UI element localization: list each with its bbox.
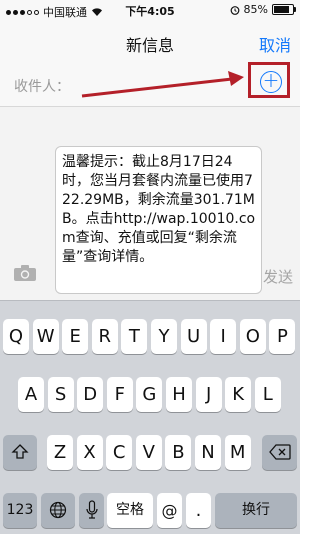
recipients-label: 收件人： <box>14 79 70 95</box>
backspace-key[interactable] <box>262 435 297 470</box>
microphone-icon <box>85 500 98 519</box>
key-a[interactable]: A <box>18 377 44 412</box>
plus-circle-icon[interactable]: + <box>260 70 282 93</box>
key-j[interactable]: J <box>195 377 222 412</box>
navigation-bar: 新信息 取消 <box>0 20 300 65</box>
battery-fill <box>274 6 289 13</box>
key-s[interactable]: S <box>47 377 74 412</box>
annotation-arrow-icon <box>81 71 244 98</box>
alarm-icon <box>230 5 239 15</box>
globe-icon <box>49 501 67 519</box>
key-e[interactable]: E <box>62 319 89 354</box>
key-m[interactable]: M <box>224 435 251 470</box>
status-right: 85% <box>230 3 296 16</box>
key-l[interactable]: L <box>254 377 281 412</box>
key-r[interactable]: R <box>91 319 118 354</box>
message-input[interactable]: 温馨提示：截止8月17日24时，您当月套餐内流量已使用722.29MB，剩余流量… <box>55 146 262 294</box>
status-bar: 中国联通 下午4:05 85% <box>0 0 300 20</box>
key-i[interactable]: I <box>210 319 237 354</box>
key-o[interactable]: O <box>239 319 266 354</box>
at-key[interactable]: @ <box>157 493 182 528</box>
key-c[interactable]: C <box>106 435 133 470</box>
shift-icon <box>11 444 29 459</box>
key-v[interactable]: V <box>135 435 162 470</box>
key-w[interactable]: W <box>32 319 59 354</box>
key-t[interactable]: T <box>121 319 148 354</box>
numbers-key[interactable]: 123 <box>3 493 37 528</box>
shift-key[interactable] <box>3 435 37 470</box>
key-q[interactable]: Q <box>3 319 29 354</box>
microphone-key[interactable] <box>79 493 104 528</box>
key-u[interactable]: U <box>180 319 207 354</box>
return-key[interactable]: 换行 <box>215 493 297 528</box>
globe-key[interactable] <box>41 493 75 528</box>
space-key[interactable]: 空格 <box>107 493 153 528</box>
key-d[interactable]: D <box>77 377 104 412</box>
key-z[interactable]: Z <box>47 435 73 470</box>
key-y[interactable]: Y <box>151 319 177 354</box>
key-h[interactable]: H <box>166 377 192 412</box>
key-x[interactable]: X <box>76 435 103 470</box>
send-button[interactable]: 发送 <box>263 266 293 287</box>
page-title: 新信息 <box>125 36 174 55</box>
key-g[interactable]: G <box>136 377 163 412</box>
battery-percent: 85% <box>243 3 268 16</box>
key-n[interactable]: N <box>195 435 221 470</box>
key-k[interactable]: K <box>225 377 252 412</box>
key-f[interactable]: F <box>106 377 133 412</box>
key-p[interactable]: P <box>269 319 296 354</box>
period-key[interactable]: . <box>186 493 211 528</box>
camera-icon[interactable] <box>13 264 37 282</box>
backspace-icon <box>268 444 291 460</box>
battery-icon <box>272 4 296 15</box>
cancel-button[interactable]: 取消 <box>259 32 291 56</box>
keyboard: 123 空格 @ . 换行 QWERTYUIOP ASDFGHJKL ZXCVBNM <box>0 300 300 534</box>
key-b[interactable]: B <box>165 435 192 470</box>
